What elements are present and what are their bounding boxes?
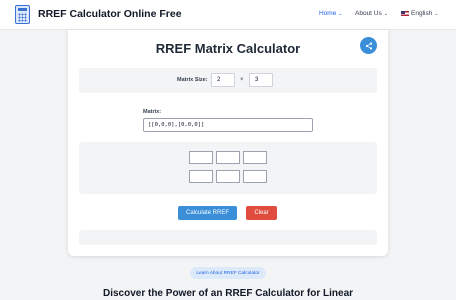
matrix-cell[interactable] bbox=[189, 170, 213, 183]
chevron-down-icon: ⌄ bbox=[383, 11, 388, 17]
matrix-label: Matrix: bbox=[143, 109, 162, 115]
rows-input[interactable]: 2 bbox=[211, 73, 235, 87]
nav-home-label: Home bbox=[319, 10, 337, 17]
share-button[interactable] bbox=[360, 37, 377, 54]
nav-about[interactable]: About Us ⌄ bbox=[355, 10, 388, 17]
learn-about-link[interactable]: Learn About RREF Calculator bbox=[190, 267, 266, 279]
nav-home[interactable]: Home ⌄ bbox=[319, 10, 343, 17]
nav-language[interactable]: English ⌄ bbox=[401, 10, 439, 17]
matrix-cell[interactable] bbox=[189, 151, 213, 164]
matrix-text-input[interactable]: [[0,0,0],[0,0,0]] bbox=[143, 118, 313, 132]
calculator-icon[interactable] bbox=[15, 5, 30, 24]
matrix-cell[interactable] bbox=[216, 170, 240, 183]
nav-language-label: English bbox=[411, 10, 433, 17]
matrix-cell[interactable] bbox=[243, 170, 267, 183]
page-title: RREF Matrix Calculator bbox=[155, 41, 301, 56]
clear-button[interactable]: Clear bbox=[246, 206, 277, 220]
site-brand[interactable]: RREF Calculator Online Free bbox=[38, 8, 182, 20]
nav-about-label: About Us bbox=[355, 10, 382, 17]
calculate-rref-button[interactable]: Calculate RREF bbox=[178, 206, 237, 220]
matrix-size-label: Matrix Size: bbox=[177, 77, 208, 83]
times-sign: × bbox=[240, 77, 244, 83]
matrix-cell[interactable] bbox=[243, 151, 267, 164]
share-icon bbox=[365, 41, 372, 50]
section-heading: Discover the Power of an RREF Calculator… bbox=[102, 288, 354, 299]
chevron-down-icon: ⌄ bbox=[434, 11, 439, 17]
chevron-down-icon: ⌄ bbox=[338, 11, 343, 17]
matrix-cell[interactable] bbox=[216, 151, 240, 164]
matrix-grid-panel bbox=[79, 142, 377, 194]
result-panel bbox=[79, 230, 377, 245]
cols-input[interactable]: 3 bbox=[249, 73, 273, 87]
top-navbar: RREF Calculator Online Free Home ⌄ About … bbox=[0, 0, 456, 30]
us-flag-icon bbox=[401, 10, 409, 16]
